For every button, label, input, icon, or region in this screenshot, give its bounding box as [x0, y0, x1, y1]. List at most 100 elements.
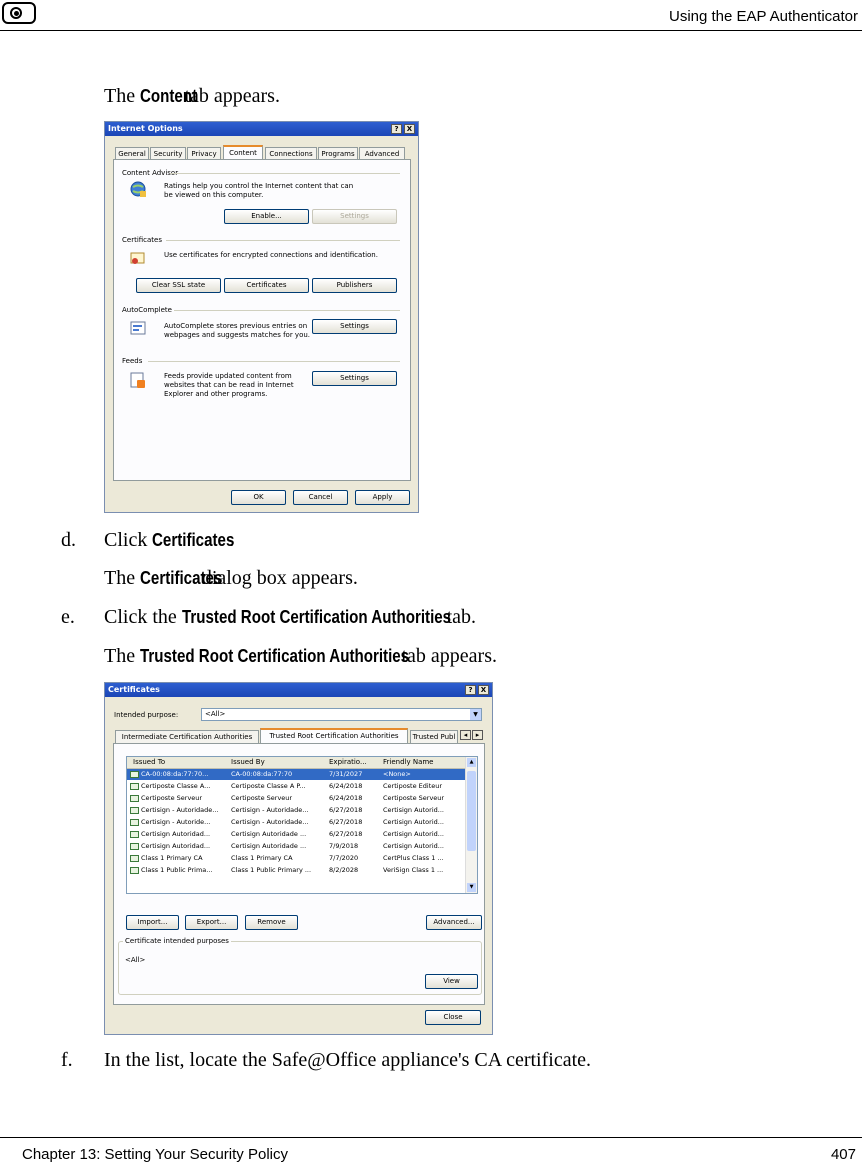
intended-purpose-value: <All>	[205, 710, 226, 718]
table-cell: Certisign Autorid...	[383, 842, 444, 850]
scroll-down-icon[interactable]: ▼	[467, 883, 476, 892]
table-cell: Certiposte Serveur	[231, 794, 293, 802]
certificates-dialog: Certificates ? X Intended purpose: <All>…	[104, 682, 493, 1035]
step-f-letter: f.	[61, 1049, 73, 1071]
list-scrollbar[interactable]: ▲ ▼	[465, 757, 477, 893]
table-cell: Class 1 Public Primary ...	[231, 866, 312, 874]
certificate-icon	[130, 250, 146, 266]
trusted-root-panel: Issued To Issued By Expiratio... Friendl…	[113, 743, 485, 1005]
table-cell: Certisign - Autoride...	[141, 818, 211, 826]
purposes-label: Certificate intended purposes	[123, 937, 231, 946]
autocomplete-desc: AutoComplete stores previous entries on …	[164, 322, 311, 339]
table-row[interactable]: Certisign Autoridad... Certisign Autorida…	[127, 829, 466, 840]
table-row[interactable]: Certiposte Serveur Certiposte Serveur 6/24…	[127, 793, 466, 804]
scroll-thumb[interactable]	[467, 771, 476, 851]
advanced-button[interactable]: Advanced...	[426, 915, 482, 930]
ok-button[interactable]: OK	[231, 490, 286, 505]
close-button[interactable]: X	[404, 124, 415, 134]
feeds-label: Feeds	[122, 357, 143, 365]
autocomplete-icon	[130, 320, 146, 336]
autocomplete-settings-button[interactable]: Settings	[312, 319, 397, 334]
tab-content[interactable]: Content	[223, 145, 263, 160]
table-row[interactable]: Certiposte Classe A... Certiposte Classe …	[127, 781, 466, 792]
internet-options-dialog: Internet Options ? X General Security Pr…	[104, 121, 419, 513]
feeds-desc: Feeds provide updated content from websi…	[164, 372, 294, 398]
tab-trusted-publishers[interactable]: Trusted Publ	[410, 730, 458, 743]
step-d-text: Click Certificates.	[104, 529, 235, 551]
help-button[interactable]: ?	[465, 685, 476, 695]
column-issued-by[interactable]: Issued By	[231, 758, 265, 767]
table-cell: CA-00:08:da:77:70	[231, 770, 293, 778]
table-cell: Certiposte Classe A P...	[231, 782, 306, 790]
table-cell: 6/27/2018	[329, 830, 363, 838]
feeds-settings-button[interactable]: Settings	[312, 371, 397, 386]
certificate-icon	[130, 831, 139, 838]
page-number: 407	[830, 1146, 856, 1163]
step-d-result: The Certificates dialog box appears.	[104, 567, 358, 589]
table-row[interactable]: Class 1 Primary CA Class 1 Primary CA 7/7/…	[127, 853, 466, 864]
list-header: Issued To Issued By Expiratio... Friendl…	[127, 757, 466, 769]
autocomplete-label: AutoComplete	[122, 306, 172, 314]
table-row[interactable]: Certisign - Autoridade... Certisign - Aut…	[127, 805, 466, 816]
column-friendly-name[interactable]: Friendly Name	[383, 758, 434, 767]
table-cell: 8/2/2028	[329, 866, 359, 874]
column-expiration[interactable]: Expiratio...	[329, 758, 367, 767]
table-cell: Certisign Autoridad...	[141, 842, 211, 850]
divider	[148, 361, 400, 362]
table-cell: Class 1 Primary CA	[231, 854, 293, 862]
export-button[interactable]: Export...	[185, 915, 238, 930]
enable-button[interactable]: Enable...	[224, 209, 309, 224]
certificate-icon	[130, 855, 139, 862]
table-row[interactable]: Certisign - Autoride... Certisign - Autor…	[127, 817, 466, 828]
tab-scroll-left-icon[interactable]: ◂	[460, 730, 471, 740]
content-settings-button[interactable]: Settings	[312, 209, 397, 224]
certificates-titlebar: Certificates	[105, 683, 492, 697]
intro-text: The Content tab appears.	[104, 85, 280, 107]
publishers-button[interactable]: Publishers	[312, 278, 397, 293]
close-dialog-button[interactable]: Close	[425, 1010, 481, 1025]
divider	[170, 173, 400, 174]
clear-ssl-button[interactable]: Clear SSL state	[136, 278, 221, 293]
certificates-button[interactable]: Certificates	[224, 278, 309, 293]
feeds-icon	[130, 372, 146, 388]
chevron-down-icon[interactable]: ▼	[470, 709, 481, 720]
certificates-label: Certificates	[122, 236, 163, 244]
table-cell: Certisign Autoridade ...	[231, 830, 307, 838]
content-advisor-desc: Ratings help you control the Internet co…	[164, 182, 354, 199]
import-button[interactable]: Import...	[126, 915, 179, 930]
purposes-value: <All>	[125, 956, 146, 964]
remove-button[interactable]: Remove	[245, 915, 298, 930]
table-cell: 6/27/2018	[329, 818, 363, 826]
intended-purpose-select[interactable]: <All> ▼	[201, 708, 482, 721]
certificate-icon	[130, 783, 139, 790]
header-rule	[0, 30, 862, 31]
tab-scroll-right-icon[interactable]: ▸	[472, 730, 483, 740]
certificates-desc: Use certificates for encrypted connectio…	[164, 251, 378, 259]
help-button[interactable]: ?	[391, 124, 402, 134]
view-button[interactable]: View	[425, 974, 478, 989]
intended-purpose-label: Intended purpose:	[114, 711, 179, 719]
tab-trusted-root[interactable]: Trusted Root Certification Authorities	[260, 728, 408, 743]
footer-rule	[0, 1137, 862, 1138]
cancel-button[interactable]: Cancel	[293, 490, 348, 505]
table-cell: Certiposte Serveur	[141, 794, 203, 802]
close-button[interactable]: X	[478, 685, 489, 695]
table-row[interactable]: CA-00:08:da:77:70... CA-00:08:da:77:70 7/3…	[127, 769, 466, 780]
footer-chapter: Chapter 13: Setting Your Security Policy	[22, 1146, 288, 1163]
table-row[interactable]: Class 1 Public Prima... Class 1 Public Pr…	[127, 865, 466, 876]
list-rows: CA-00:08:da:77:70... CA-00:08:da:77:70 7/3…	[127, 769, 466, 893]
table-cell: Certisign - Autoridade...	[231, 818, 309, 826]
table-cell: 7/31/2027	[329, 770, 363, 778]
tab-intermediate[interactable]: Intermediate Certification Authorities	[115, 730, 259, 743]
content-panel: Content Advisor Ratings help you control…	[113, 159, 411, 481]
certificate-icon	[130, 843, 139, 850]
certificate-list[interactable]: Issued To Issued By Expiratio... Friendl…	[126, 756, 478, 894]
table-cell: Certiposte Serveur	[383, 794, 445, 802]
table-cell: 7/7/2020	[329, 854, 359, 862]
table-cell: Certisign Autorid...	[383, 806, 444, 814]
scroll-up-icon[interactable]: ▲	[467, 758, 476, 767]
logo-icon	[2, 2, 36, 24]
table-row[interactable]: Certisign Autoridad... Certisign Autorida…	[127, 841, 466, 852]
apply-button[interactable]: Apply	[355, 490, 410, 505]
column-issued-to[interactable]: Issued To	[133, 758, 165, 767]
